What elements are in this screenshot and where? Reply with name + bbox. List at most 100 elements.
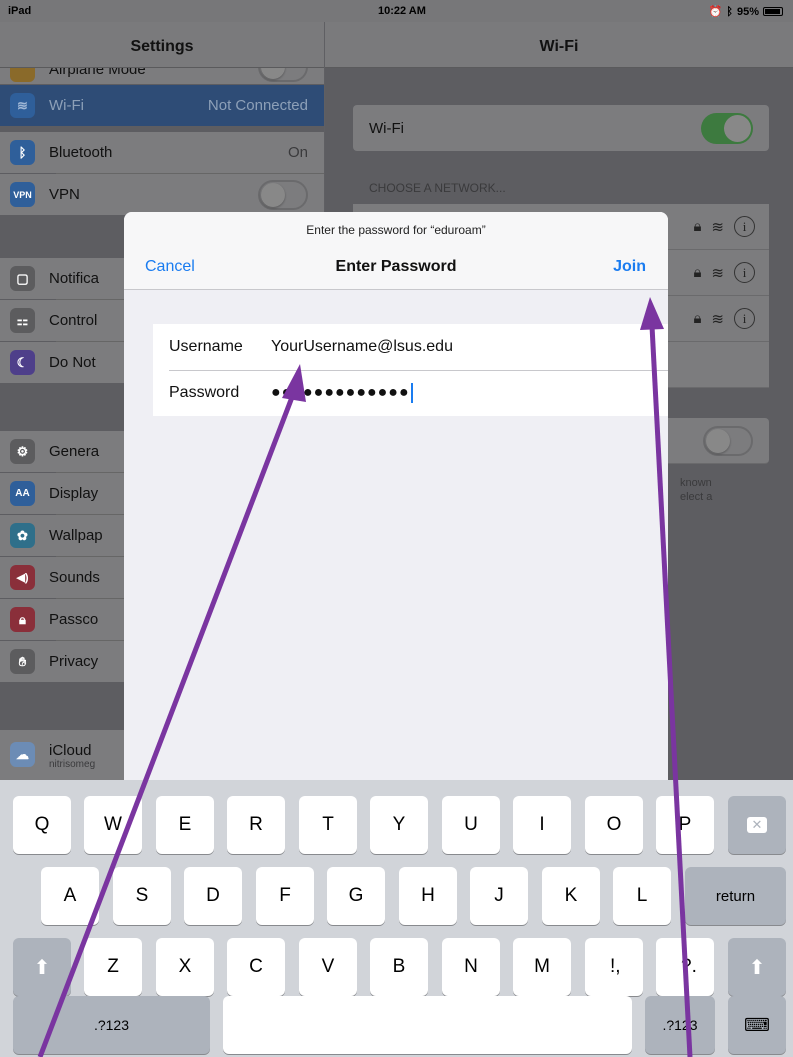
battery-icon	[763, 7, 783, 16]
footer-line: elect a	[680, 491, 713, 503]
sidebar-item-bluetooth[interactable]: ᛒ Bluetooth On	[0, 132, 324, 173]
key-question-period[interactable]: ?.	[656, 938, 714, 996]
section-header: CHOOSE A NETWORK...	[369, 181, 506, 195]
display-icon: AA	[10, 481, 35, 506]
key-z[interactable]: Z	[84, 938, 142, 996]
key-t[interactable]: T	[299, 796, 357, 854]
wifi-signal-icon: ≋	[711, 264, 724, 282]
sidebar-item-label: Wallpap	[49, 527, 103, 544]
wifi-signal-icon: ≋	[711, 310, 724, 328]
key-f[interactable]: F	[256, 867, 314, 925]
sidebar-item-label: Notifica	[49, 270, 100, 287]
sidebar-item-label: Bluetooth	[49, 144, 113, 161]
settings-title: Settings	[130, 38, 194, 55]
sidebar-item-value: On	[287, 144, 308, 161]
sidebar-item-label: Do Not	[49, 354, 96, 371]
sidebar-item-vpn[interactable]: VPN VPN	[0, 174, 324, 215]
key-label: ?.	[681, 956, 697, 977]
key-b[interactable]: B	[370, 938, 428, 996]
password-label: Password	[169, 384, 240, 401]
return-key[interactable]: return	[685, 867, 786, 925]
info-icon[interactable]: i	[734, 216, 755, 237]
credentials-form: Username YourUsername@lsus.edu Password …	[153, 324, 668, 416]
wifi-nav-bar: Wi-Fi	[325, 22, 793, 68]
airplane-mode-toggle[interactable]	[258, 68, 308, 82]
key-exclaim-comma[interactable]: !,	[585, 938, 643, 996]
key-w[interactable]: W	[84, 796, 142, 854]
sidebar-item-label: Display	[49, 485, 99, 502]
key-p[interactable]: P	[656, 796, 714, 854]
password-field[interactable]: Password ●●●●●●●●●●●●●	[153, 370, 668, 416]
sidebar-item-label: Passco	[49, 611, 99, 628]
key-e[interactable]: E	[156, 796, 214, 854]
lock-icon: 🔒︎	[693, 264, 702, 281]
status-right: ⏰ ᛒ 95%	[709, 5, 783, 18]
password-input[interactable]: ●●●●●●●●●●●●●	[271, 384, 410, 402]
space-bar[interactable]	[223, 996, 632, 1054]
status-bar: iPad 10:22 AM ⏰ ᛒ 95%	[0, 0, 793, 22]
cloud-icon: ☁	[10, 742, 35, 767]
shift-key-left[interactable]: ⬆	[13, 938, 71, 996]
username-field[interactable]: Username YourUsername@lsus.edu	[153, 324, 668, 370]
key-l[interactable]: L	[613, 867, 671, 925]
delete-icon: ✕	[746, 817, 768, 833]
lock-icon: 🔒︎	[693, 218, 702, 235]
numbers-key-left[interactable]: .?123	[13, 996, 210, 1054]
sidebar-item-value: Not Connected	[207, 97, 308, 114]
gear-icon: ⚙	[10, 439, 35, 464]
key-m[interactable]: M	[513, 938, 571, 996]
vpn-toggle[interactable]	[258, 180, 308, 210]
shift-icon: ⬆	[748, 956, 766, 979]
info-icon[interactable]: i	[734, 262, 755, 283]
info-icon[interactable]: i	[734, 308, 755, 329]
key-s[interactable]: S	[113, 867, 171, 925]
ask-to-join-toggle[interactable]	[703, 426, 753, 456]
sidebar-item-wifi[interactable]: ≋ Wi-Fi Not Connected	[0, 85, 324, 126]
icloud-account: nitrisomeg	[49, 759, 96, 770]
key-d[interactable]: D	[184, 867, 242, 925]
key-h[interactable]: H	[399, 867, 457, 925]
key-u[interactable]: U	[442, 796, 500, 854]
key-k[interactable]: K	[542, 867, 600, 925]
key-r[interactable]: R	[227, 796, 285, 854]
shift-key-right[interactable]: ⬆	[728, 938, 786, 996]
username-input[interactable]: YourUsername@lsus.edu	[271, 338, 453, 356]
text-cursor	[410, 383, 413, 403]
dialog-prompt: Enter the password for “eduroam”	[306, 223, 486, 237]
key-q[interactable]: Q	[13, 796, 71, 854]
password-dialog: Enter the password for “eduroam” Cancel …	[124, 212, 668, 812]
wifi-toggle[interactable]	[701, 113, 753, 144]
key-a[interactable]: A	[41, 867, 99, 925]
hide-keyboard-key[interactable]: ⌨	[728, 996, 786, 1054]
network-icons: 🔒︎ ≋ i	[693, 308, 755, 329]
key-x[interactable]: X	[156, 938, 214, 996]
sidebar-item-label: iCloud	[49, 742, 92, 759]
username-label: Username	[169, 338, 243, 355]
key-g[interactable]: G	[327, 867, 385, 925]
numbers-key-right[interactable]: .?123	[645, 996, 715, 1054]
bluetooth-icon: ᛒ	[10, 140, 35, 165]
join-button[interactable]: Join	[613, 258, 646, 276]
sidebar-item-label: Wi-Fi	[49, 97, 84, 114]
battery-percent: 95%	[736, 5, 759, 18]
clock: 10:22 AM	[378, 5, 426, 17]
key-n[interactable]: N	[442, 938, 500, 996]
sidebar-item-airplane-mode[interactable]: Airplane Mode	[0, 68, 324, 84]
key-v[interactable]: V	[299, 938, 357, 996]
ask-to-join-footer: known elect a	[680, 476, 712, 504]
speaker-icon: ◀)	[10, 565, 35, 590]
key-i[interactable]: I	[513, 796, 571, 854]
lock-icon: 🔒︎	[693, 310, 702, 327]
key-o[interactable]: O	[585, 796, 643, 854]
sidebar-item-label: Control	[49, 312, 98, 329]
key-label: !,	[610, 956, 621, 977]
wifi-title: Wi-Fi	[539, 38, 579, 55]
notifications-icon: ▢	[10, 266, 35, 291]
sidebar-item-label: Privacy	[49, 653, 99, 670]
wifi-toggle-label: Wi-Fi	[369, 120, 404, 137]
key-c[interactable]: C	[227, 938, 285, 996]
key-y[interactable]: Y	[370, 796, 428, 854]
backspace-key[interactable]: ✕	[728, 796, 786, 854]
shift-icon: ⬆	[33, 956, 51, 979]
key-j[interactable]: J	[470, 867, 528, 925]
